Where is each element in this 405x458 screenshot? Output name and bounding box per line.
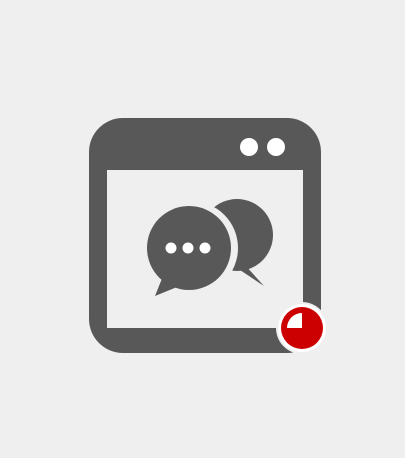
window-dot-icon (240, 138, 258, 156)
timer-badge-icon (276, 302, 328, 354)
typing-dots-icon (165, 242, 211, 254)
icon-canvas (0, 0, 405, 458)
window-dot-icon (267, 138, 285, 156)
chat-window-icon (89, 118, 328, 354)
